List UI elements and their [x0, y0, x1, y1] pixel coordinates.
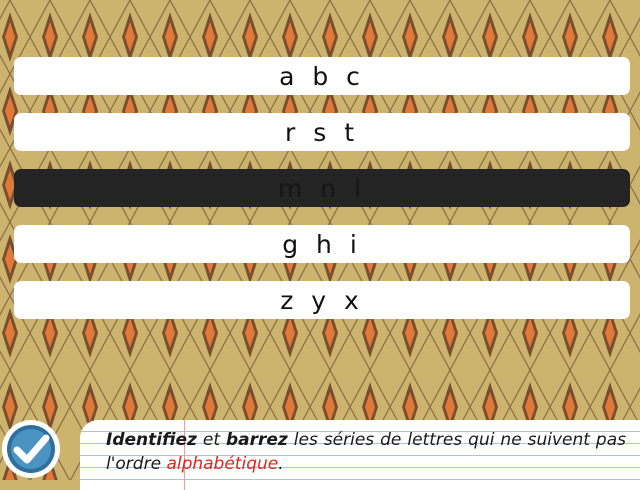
instruction-period: .: [278, 454, 284, 474]
instruction-verb-identify: Identifiez: [106, 430, 197, 450]
series-row-zyx[interactable]: z y x: [14, 281, 630, 319]
series-row-mnl[interactable]: m n l: [14, 169, 630, 207]
validate-button[interactable]: [2, 420, 60, 478]
instruction-keyword: alphabétique: [166, 454, 279, 474]
series-row-rst[interactable]: r s t: [14, 113, 630, 151]
instruction-connector: et: [196, 430, 226, 450]
instruction-text: Identifiez et barrez les séries de lettr…: [106, 428, 626, 476]
series-row-ghi[interactable]: g h i: [14, 225, 630, 263]
check-icon: [4, 422, 58, 476]
instruction-verb-strike: barrez: [225, 430, 288, 450]
series-row-abc[interactable]: a b c: [14, 57, 630, 95]
